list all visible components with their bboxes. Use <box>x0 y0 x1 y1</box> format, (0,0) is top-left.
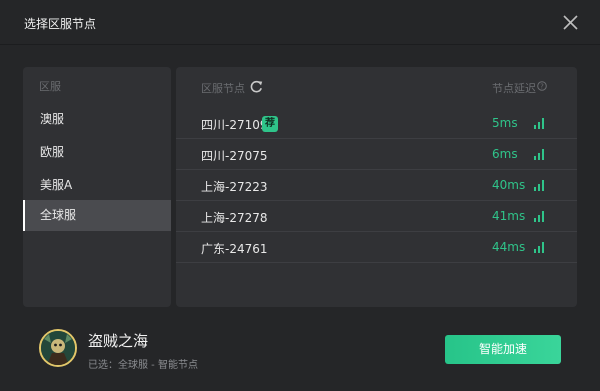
signal-bars-icon <box>534 211 544 222</box>
game-avatar <box>39 329 77 367</box>
node-latency: 41ms <box>492 209 526 223</box>
game-cover-image <box>41 331 75 365</box>
signal-bars-icon <box>534 118 544 129</box>
region-header: 区服 <box>39 80 61 93</box>
node-row[interactable]: 上海-27223 40ms <box>176 170 577 201</box>
node-name-header: 区服节点 <box>201 82 245 95</box>
game-title: 盗贼之海 <box>88 332 149 350</box>
node-row[interactable]: 四川-27075 6ms <box>176 139 577 170</box>
dialog-title: 选择区服节点 <box>24 17 97 31</box>
svg-text:?: ? <box>540 83 544 91</box>
refresh-icon[interactable] <box>250 80 263 93</box>
node-name: 广东-24761 <box>201 242 268 256</box>
node-name: 四川-27075 <box>201 149 268 163</box>
signal-bars-icon <box>534 180 544 191</box>
node-row[interactable]: 广东-24761 44ms <box>176 232 577 263</box>
close-icon <box>563 15 578 30</box>
region-panel: 区服 澳服 欧服 美服A 全球服 <box>23 67 171 307</box>
node-latency: 44ms <box>492 240 526 254</box>
recommended-badge: 荐 <box>262 116 278 132</box>
node-row[interactable]: 上海-27278 41ms <box>176 201 577 232</box>
region-item-au[interactable]: 澳服 <box>23 104 171 135</box>
node-latency: 6ms <box>492 147 518 161</box>
smart-accelerate-button[interactable]: 智能加速 <box>445 335 561 364</box>
node-name: 四川-27109 <box>201 118 268 132</box>
node-latency: 40ms <box>492 178 526 192</box>
node-panel: 区服节点 节点延迟 ? 四川-27109 荐 5ms 四川-27075 6ms … <box>176 67 577 307</box>
title-bar: 选择区服节点 <box>0 0 600 45</box>
close-button[interactable] <box>562 14 579 31</box>
node-latency: 5ms <box>492 116 518 130</box>
node-name: 上海-27278 <box>201 211 268 225</box>
region-item-us-a[interactable]: 美服A <box>23 170 171 201</box>
question-circle-icon[interactable]: ? <box>537 81 547 91</box>
node-row[interactable]: 四川-27109 荐 5ms <box>176 108 577 139</box>
signal-bars-icon <box>534 149 544 160</box>
region-item-eu[interactable]: 欧服 <box>23 137 171 168</box>
node-latency-header: 节点延迟 <box>492 82 536 95</box>
signal-bars-icon <box>534 242 544 253</box>
node-name: 上海-27223 <box>201 180 268 194</box>
selected-node-info: 已选：全球服 - 智能节点 <box>88 360 198 371</box>
region-item-global[interactable]: 全球服 <box>23 200 171 231</box>
